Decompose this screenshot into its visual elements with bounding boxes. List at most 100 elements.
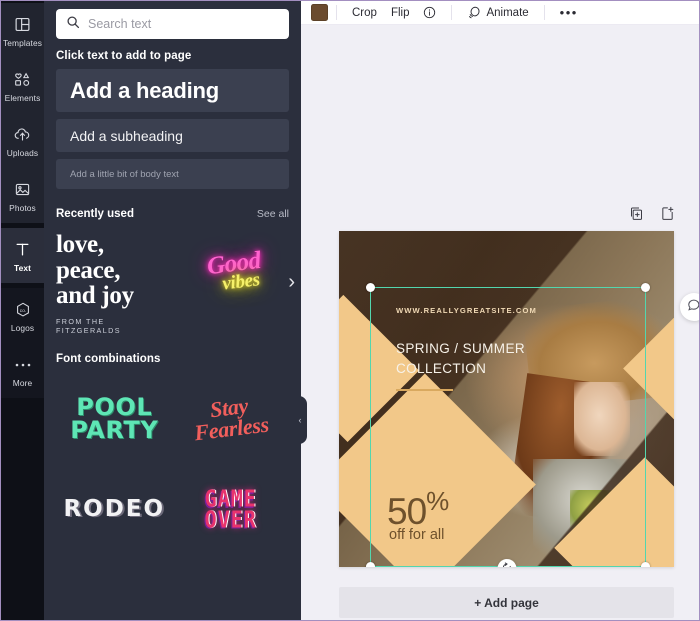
- add-subheading-label: Add a subheading: [70, 127, 183, 144]
- design-discount: 50%: [387, 486, 449, 533]
- uploads-icon: [13, 124, 32, 146]
- sidebar-item-label: Elements: [4, 92, 41, 103]
- design-title: SPRING / SUMMER COLLECTION: [396, 339, 525, 380]
- recently-used-cards: love, peace, and joy FROM THE FITZGERALD…: [44, 228, 301, 335]
- add-subheading-button[interactable]: Add a subheading: [56, 119, 289, 152]
- toolbar-divider: [336, 5, 337, 20]
- sidebar-item-label: Logos: [10, 322, 35, 333]
- neon-stack: Good vibes: [206, 247, 264, 295]
- flip-button[interactable]: Flip: [384, 7, 417, 19]
- photos-icon: [14, 179, 31, 201]
- editor-area: Crop Flip Animate ••• WWW.REALLYGREATSIT…: [301, 1, 699, 620]
- recently-used-header: Recently used See all: [44, 196, 301, 228]
- text-icon: [13, 239, 32, 261]
- crop-button[interactable]: Crop: [345, 7, 384, 19]
- add-body-text-button[interactable]: Add a little bit of body text: [56, 159, 289, 189]
- sidebar-item-more[interactable]: More: [1, 343, 44, 398]
- pool-line-2: PARTY: [70, 415, 159, 444]
- design-rule: [396, 389, 453, 391]
- panel-collapse-handle[interactable]: ‹: [293, 396, 307, 444]
- toolbar: Crop Flip Animate •••: [301, 1, 699, 25]
- sidebar-item-label: Text: [14, 262, 31, 273]
- canvas-area: WWW.REALLYGREATSITE.COM SPRING / SUMMER …: [301, 25, 699, 620]
- add-page-button[interactable]: + Add page: [339, 587, 674, 618]
- search-container: [44, 1, 301, 39]
- animate-label: Animate: [486, 6, 529, 19]
- info-button[interactable]: [416, 6, 443, 19]
- design-page[interactable]: WWW.REALLYGREATSITE.COM SPRING / SUMMER …: [339, 231, 674, 567]
- comment-button[interactable]: [680, 293, 699, 321]
- gameover-line-2: OVER: [204, 505, 257, 533]
- logos-icon: co.: [14, 299, 32, 321]
- comment-icon: [687, 298, 699, 317]
- sidebar-item-templates[interactable]: Templates: [1, 3, 44, 58]
- love-line-3: and joy: [56, 282, 134, 309]
- neon-line-2: vibes: [221, 269, 262, 295]
- discount-number: 50: [387, 491, 427, 532]
- love-line-1: love,: [56, 231, 104, 258]
- love-line-2: peace,: [56, 256, 121, 284]
- more-icon: [14, 354, 32, 376]
- toolbar-divider: [451, 5, 453, 20]
- sidebar-item-text[interactable]: Text: [1, 228, 44, 283]
- pool-party-text: POOL PARTY: [70, 395, 159, 444]
- game-over-text: GAME OVER: [204, 487, 257, 533]
- info-icon: [423, 6, 436, 19]
- rodeo-text: RODEO: [63, 495, 166, 522]
- templates-icon: [14, 14, 31, 36]
- font-combo-game-over[interactable]: GAME OVER: [173, 466, 290, 552]
- chevron-right-icon[interactable]: ›: [288, 272, 295, 292]
- crop-label: Crop: [352, 6, 377, 19]
- see-all-link[interactable]: See all: [257, 208, 289, 220]
- click-text-label: Click text to add to page: [56, 50, 192, 62]
- add-heading-button[interactable]: Add a heading: [56, 69, 289, 112]
- add-page-label: + Add page: [474, 595, 539, 610]
- svg-text:co.: co.: [19, 309, 25, 314]
- add-heading-label: Add a heading: [70, 77, 219, 103]
- sidebar-item-label: Uploads: [6, 147, 39, 158]
- sidebar-item-label: Photos: [9, 202, 36, 213]
- font-combo-rodeo[interactable]: RODEO: [56, 466, 173, 552]
- rotate-icon: [501, 560, 512, 567]
- font-combo-pool-party[interactable]: POOL PARTY: [56, 376, 173, 462]
- left-rail: Templates Elements Uploads Photos Text c…: [1, 1, 44, 620]
- animate-icon: [467, 6, 481, 19]
- chevron-left-icon: ‹: [298, 415, 302, 425]
- flip-label: Flip: [390, 6, 410, 19]
- canva-editor-window: Templates Elements Uploads Photos Text c…: [0, 0, 700, 621]
- recent-card-good-vibes[interactable]: Good vibes: [185, 228, 285, 335]
- love-caption: FROM THE FITZGERALDS: [56, 316, 121, 335]
- recent-card-love-peace-joy[interactable]: love, peace, and joy FROM THE FITZGERALD…: [56, 228, 171, 335]
- design-discount-sub: off for all: [389, 527, 445, 543]
- color-swatch-button[interactable]: [311, 4, 328, 21]
- font-combo-stay-fearless[interactable]: Stay Fearless: [173, 376, 290, 462]
- add-body-text-label: Add a little bit of body text: [70, 168, 179, 180]
- design-title-line-1: SPRING / SUMMER: [396, 341, 526, 356]
- page-actions: [629, 206, 675, 226]
- font-combo-row-1: POOL PARTY Stay Fearless: [44, 376, 301, 462]
- more-options-button[interactable]: •••: [553, 5, 585, 20]
- sidebar-item-elements[interactable]: Elements: [1, 58, 44, 113]
- sidebar-item-logos[interactable]: co. Logos: [1, 288, 44, 343]
- search-input[interactable]: [88, 17, 279, 31]
- add-page-icon[interactable]: [660, 206, 675, 226]
- sidebar-item-photos[interactable]: Photos: [1, 168, 44, 223]
- stay-fearless-text: Stay Fearless: [191, 392, 270, 444]
- animate-button[interactable]: Animate: [460, 6, 535, 19]
- search-icon: [66, 15, 80, 34]
- font-combinations-title: Font combinations: [56, 352, 161, 365]
- design-title-line-2: COLLECTION: [396, 361, 487, 377]
- elements-icon: [13, 69, 32, 91]
- rail-filler: [1, 398, 44, 620]
- duplicate-page-icon[interactable]: [629, 206, 644, 226]
- sidebar-item-label: Templates: [2, 37, 43, 48]
- toolbar-divider: [543, 5, 545, 20]
- sidebar-item-uploads[interactable]: Uploads: [1, 113, 44, 168]
- font-combo-row-2: RODEO GAME OVER: [44, 466, 301, 552]
- search-box[interactable]: [56, 9, 289, 39]
- text-panel: Click text to add to page Add a heading …: [44, 1, 301, 620]
- recently-used-title: Recently used: [56, 208, 134, 220]
- sidebar-item-label: More: [12, 377, 33, 388]
- design-website-url: WWW.REALLYGREATSITE.COM: [396, 306, 537, 315]
- discount-symbol: %: [426, 486, 449, 516]
